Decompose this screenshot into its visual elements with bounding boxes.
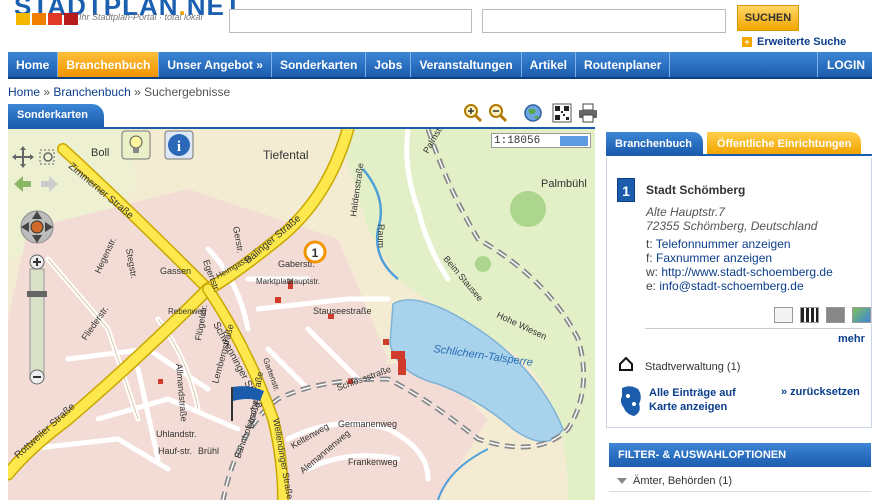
region-map-icon [620, 386, 641, 416]
result-email-row: e: info@stadt-schoemberg.de [646, 279, 804, 293]
map-label-raum: Raum [376, 224, 386, 248]
vcard-icon[interactable] [774, 307, 793, 323]
result-phone-row: t: Telefonnummer anzeigen [646, 237, 791, 251]
map-label-tiefental: Tiefental [263, 148, 309, 162]
breadcrumb-current: Suchergebnisse [144, 85, 231, 99]
svg-text:i: i [177, 139, 181, 155]
category-stadtverwaltung[interactable]: Stadtverwaltung (1) [645, 361, 740, 373]
result-web-row: w: http://www.stadt-schoemberg.de [646, 265, 833, 279]
show-all-on-map-link[interactable]: Alle Einträge auf Karte anzeigen [649, 386, 759, 414]
filter-header: FILTER- & AUSWAHLOPTIONEN [609, 443, 871, 467]
map-label-stauseestr: Stauseestraße [313, 306, 372, 316]
nav-routenplaner[interactable]: Routenplaner [576, 52, 671, 77]
result-number-badge: 1 [617, 178, 635, 202]
qr-code-icon[interactable] [551, 102, 573, 124]
logo-squares [16, 13, 78, 25]
map-label-gassen: Gassen [160, 266, 191, 276]
main-nav: Home Branchenbuch Unser Angebot » Sonder… [8, 52, 872, 79]
map-label-hauptstr: Hauptstr. [288, 277, 320, 286]
scale-field[interactable]: 1:18056 [491, 133, 591, 148]
map-label-palmbuehl: Palmbühl [541, 178, 587, 190]
phone-link[interactable]: Telefonnummer anzeigen [656, 237, 791, 251]
plus-icon: + [742, 37, 752, 47]
city-map[interactable]: Boll Tiefental Palmbühl Schlichern-Talsp… [8, 129, 595, 500]
nav-jobs[interactable]: Jobs [366, 52, 412, 77]
breadcrumb-home[interactable]: Home [8, 85, 40, 99]
search-input-where[interactable] [482, 9, 726, 33]
breadcrumb: Home » Branchenbuch » Suchergebnisse [8, 85, 231, 99]
nav-login[interactable]: LOGIN [817, 52, 872, 77]
tab-sonderkarten[interactable]: Sonderkarten [8, 104, 104, 127]
reset-link[interactable]: » zurücksetzen [781, 386, 860, 398]
logo-tagline: Ihr Stadtplan-Portal · total lokal [79, 12, 203, 22]
map-label-haufstr: Hauf-str. [158, 446, 192, 456]
result-actions [774, 307, 871, 323]
map-label-bruehl: Brühl [198, 446, 219, 456]
zoom-in-icon[interactable] [462, 102, 484, 124]
house-icon [619, 357, 633, 371]
search-button[interactable]: SUCHEN [737, 5, 799, 31]
tab-branchenbuch[interactable]: Branchenbuch [606, 132, 704, 154]
divider [645, 328, 863, 329]
logo-square [32, 13, 46, 25]
result-city: 72355 Schömberg, Deutschland [646, 219, 818, 233]
logo-square [16, 13, 30, 25]
more-link[interactable]: mehr [838, 333, 865, 345]
result-fax-row: f: Faxnummer anzeigen [646, 251, 773, 265]
help-bulb-icon[interactable] [121, 130, 151, 160]
zoom-slider[interactable] [27, 254, 47, 385]
nav-artikel[interactable]: Artikel [522, 52, 577, 77]
logo-square [48, 13, 62, 25]
map-label-boll: Boll [91, 147, 109, 159]
chevron-down-icon [617, 477, 627, 484]
advanced-search-link[interactable]: + Erweiterte Suche [742, 36, 846, 48]
nav-branchenbuch[interactable]: Branchenbuch [58, 52, 160, 77]
globe-icon[interactable] [522, 102, 544, 124]
filter-item-aemter[interactable]: Ämter, Behörden (1) [609, 470, 871, 492]
search-input-what[interactable] [229, 9, 472, 33]
print-icon[interactable] [577, 102, 599, 124]
result-name[interactable]: Stadt Schömberg [646, 183, 745, 197]
qr-code-icon[interactable] [800, 307, 819, 323]
map-label-frankenweg: Frankenweg [348, 457, 398, 467]
print-icon[interactable] [826, 307, 845, 323]
map-label-germanenweg: Germanenweg [338, 419, 397, 429]
result-marker[interactable]: 1 [303, 240, 327, 264]
pan-control-icon[interactable] [20, 210, 54, 244]
tab-oeffentliche-einrichtungen[interactable]: Öffentliche Einrichtungen [707, 132, 862, 154]
map-label-rebenweg: Rebenweg [168, 307, 206, 316]
scale-submit-button[interactable] [560, 135, 588, 146]
breadcrumb-branchenbuch[interactable]: Branchenbuch [53, 85, 130, 99]
info-icon[interactable]: i [164, 130, 194, 160]
email-link[interactable]: info@stadt-schoemberg.de [659, 279, 803, 293]
right-tabs: Branchenbuch Öffentliche Einrichtungen [606, 132, 872, 156]
route-icon[interactable] [852, 307, 871, 323]
logo-square [64, 13, 78, 25]
nav-home[interactable]: Home [8, 52, 59, 77]
nav-sonderkarten[interactable]: Sonderkarten [272, 52, 367, 77]
website-link[interactable]: http://www.stadt-schoemberg.de [661, 265, 832, 279]
map-label-uhlandstr: Uhlandstr. [156, 429, 197, 439]
zoom-out-icon[interactable] [487, 102, 509, 124]
result-street: Alte Hauptstr.7 [646, 205, 725, 219]
result-marker-number: 1 [312, 246, 319, 260]
nav-unser-angebot[interactable]: Unser Angebot » [159, 52, 272, 77]
fax-link[interactable]: Faxnummer anzeigen [656, 251, 772, 265]
nav-veranstaltungen[interactable]: Veranstaltungen [411, 52, 522, 77]
